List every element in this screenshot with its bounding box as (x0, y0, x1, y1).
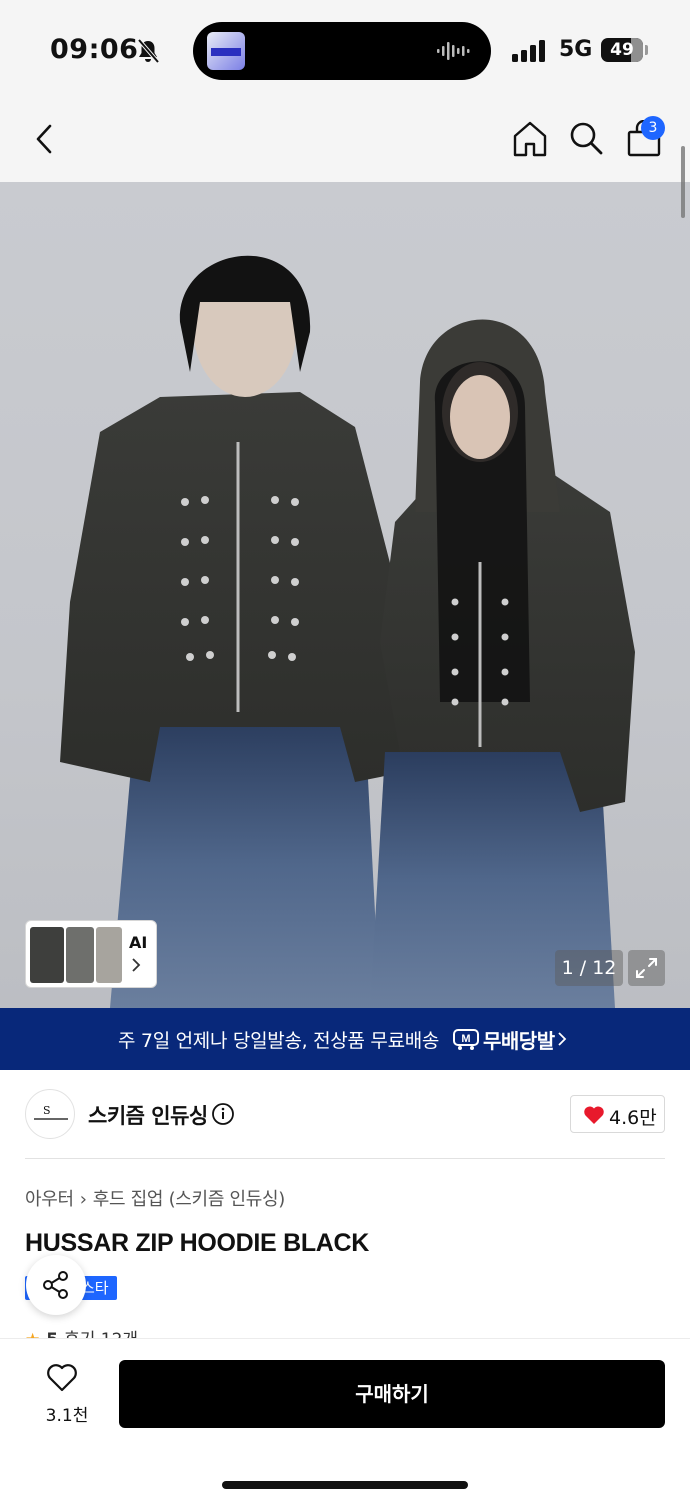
svg-text:M: M (461, 1033, 470, 1045)
heart-outline-icon (47, 1364, 77, 1392)
bottom-action-bar: 3.1천 구매하기 (0, 1338, 690, 1500)
brand-name[interactable]: 스키즘 인듀싱 (88, 1100, 208, 1130)
status-bar: 09:06 5G 49 (0, 0, 690, 100)
network-type: 5G (559, 37, 593, 62)
free-shipping-banner[interactable]: 주 7일 언제나 당일발송, 전상품 무료배송 M 무배당발 (0, 1008, 690, 1070)
brand-logo[interactable]: S (25, 1089, 75, 1139)
product-image-carousel[interactable] (0, 182, 690, 1008)
ai-label: AI (129, 933, 148, 952)
thumb-image-3 (96, 927, 122, 983)
ai-style-thumbnail[interactable]: AI (25, 920, 157, 988)
delivery-truck-icon: M (453, 1029, 479, 1050)
section-divider (25, 1158, 665, 1159)
breadcrumb-separator-icon: › (79, 1189, 87, 1210)
dynamic-island[interactable] (193, 22, 491, 80)
bell-slash-icon (137, 38, 160, 64)
sound-wave-icon (437, 42, 470, 60)
page-scrollbar[interactable] (681, 146, 685, 218)
brand-logo-mark: S (43, 1104, 51, 1117)
status-time: 09:06 (50, 34, 139, 65)
signal-icon (512, 40, 545, 62)
wishlist-count: 3.1천 (45, 1406, 89, 1426)
chevron-right-icon (558, 1032, 567, 1046)
chevron-left-icon[interactable] (30, 122, 58, 156)
info-icon[interactable] (211, 1102, 235, 1126)
breadcrumb: 아우터 › 후드 집업 (스키즘 인듀싱) (25, 1185, 285, 1211)
fullscreen-button[interactable] (628, 950, 665, 986)
cart-count-badge: 3 (641, 116, 665, 140)
product-photo (60, 255, 635, 1008)
image-counter: 1 / 12 (555, 950, 623, 986)
breadcrumb-category[interactable]: 아우터 (25, 1189, 74, 1210)
product-title: HUSSAR ZIP HOODIE BLACK (25, 1229, 370, 1257)
battery-cap (645, 45, 648, 55)
share-icon (43, 1271, 68, 1299)
brand-like-button[interactable]: 4.6만 (570, 1095, 665, 1133)
battery-indicator: 49 (601, 38, 643, 62)
breadcrumb-subcategory[interactable]: 후드 집업 (스키즘 인듀싱) (93, 1189, 286, 1210)
search-icon[interactable] (568, 120, 604, 156)
heart-filled-icon (584, 1106, 604, 1124)
home-indicator[interactable] (222, 1481, 468, 1489)
buy-button[interactable]: 구매하기 (119, 1360, 665, 1428)
home-icon[interactable] (512, 120, 548, 158)
promo-text: 주 7일 언제나 당일발송, 전상품 무료배송 (118, 1030, 440, 1052)
wishlist-button[interactable]: 3.1천 (38, 1363, 88, 1433)
share-button[interactable] (26, 1255, 86, 1315)
top-navigation (0, 100, 690, 182)
battery-level: 49 (610, 40, 634, 60)
thumb-image-1 (30, 927, 64, 983)
rating-summary[interactable]: ★5후기 12개 (25, 1325, 138, 1339)
now-playing-thumbnail (207, 32, 245, 70)
chevron-right-icon (132, 958, 141, 972)
brand-like-count: 4.6만 (609, 1107, 657, 1129)
expand-icon (636, 958, 657, 978)
thumb-image-2 (66, 927, 94, 983)
promo-brand: 무배당발 (483, 1029, 555, 1053)
